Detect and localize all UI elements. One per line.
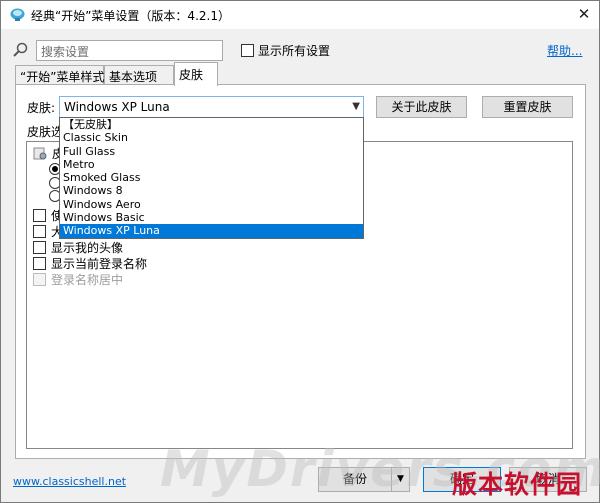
skin-option-selected[interactable]: Windows XP Luna	[60, 224, 363, 238]
gear-icon	[33, 147, 47, 160]
skin-options-label: 皮肤选	[27, 125, 64, 139]
settings-dialog: 经典“开始”菜单设置（版本：4.2.1） ✕ 搜索设置 显示所有设置 帮助...…	[0, 0, 600, 503]
option-checkbox[interactable]	[33, 224, 46, 238]
show-avatar-row[interactable]: 显示我的头像	[33, 240, 124, 255]
skin-option[interactable]: Classic Skin	[60, 131, 363, 144]
show-avatar-label: 显示我的头像	[51, 240, 124, 255]
skin-option[interactable]: Windows Aero	[60, 198, 363, 211]
skin-option[interactable]: Windows 8	[60, 184, 363, 197]
ok-button[interactable]: 确定	[423, 467, 501, 492]
tab-start-menu-style[interactable]: “开始”菜单样式	[15, 65, 104, 85]
show-avatar-checkbox[interactable]	[33, 240, 46, 254]
skin-option[interactable]: Full Glass	[60, 145, 363, 158]
show-username-label: 显示当前登录名称	[51, 256, 148, 271]
center-username-checkbox	[33, 272, 46, 286]
close-button[interactable]: ✕	[569, 1, 599, 29]
title-bar[interactable]: 经典“开始”菜单设置（版本：4.2.1） ✕	[1, 1, 599, 29]
option-checkbox[interactable]	[33, 208, 46, 222]
cancel-button[interactable]: 取消	[509, 467, 587, 492]
app-icon	[10, 8, 25, 21]
center-username-row: 登录名称居中	[33, 272, 124, 287]
center-username-label: 登录名称居中	[51, 272, 124, 287]
backup-button-label[interactable]: 备份	[319, 468, 391, 491]
reset-skin-button[interactable]: 重置皮肤	[482, 96, 573, 118]
skin-select-value: Windows XP Luna	[64, 100, 170, 114]
close-icon: ✕	[577, 5, 591, 23]
chevron-down-icon: ▼	[352, 101, 360, 112]
skin-select[interactable]: Windows XP Luna ▼	[59, 96, 364, 118]
search-input[interactable]: 搜索设置	[36, 40, 223, 61]
show-all-settings-toggle[interactable]: 显示所有设置	[241, 42, 330, 58]
skin-option[interactable]: 【无皮肤】	[60, 118, 363, 131]
skin-option[interactable]: Windows Basic	[60, 211, 363, 224]
tab-skin[interactable]: 皮肤	[174, 62, 218, 86]
skin-label: 皮肤:	[27, 101, 56, 115]
skin-option[interactable]: Smoked Glass	[60, 171, 363, 184]
show-all-label: 显示所有设置	[258, 43, 331, 58]
show-username-checkbox[interactable]	[33, 256, 46, 270]
website-link[interactable]: www.classicshell.net	[13, 475, 126, 488]
tab-basic-options[interactable]: 基本选项	[104, 65, 174, 85]
skin-option[interactable]: Metro	[60, 158, 363, 171]
skin-dropdown-list: 【无皮肤】 Classic Skin Full Glass Metro Smok…	[59, 117, 364, 239]
window-title: 经典“开始”菜单设置（版本：4.2.1）	[31, 9, 230, 23]
show-username-row[interactable]: 显示当前登录名称	[33, 256, 148, 271]
show-all-checkbox[interactable]	[241, 43, 254, 57]
chevron-down-icon[interactable]: ▼	[391, 468, 409, 491]
about-skin-button[interactable]: 关于此皮肤	[376, 96, 467, 118]
backup-split-button[interactable]: 备份 ▼	[318, 467, 410, 492]
search-icon	[13, 42, 28, 57]
help-link[interactable]: 帮助...	[547, 42, 582, 59]
